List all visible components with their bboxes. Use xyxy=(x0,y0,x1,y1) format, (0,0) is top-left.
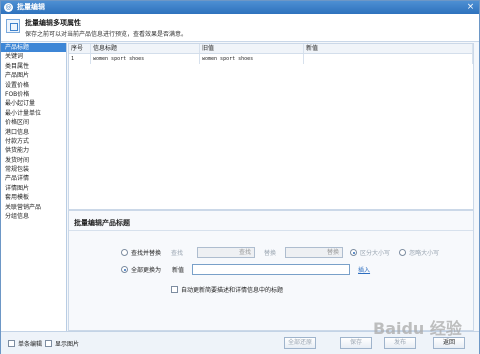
row-index: 1 xyxy=(69,54,91,64)
back-button[interactable]: 返回 xyxy=(433,337,465,349)
sidebar-item[interactable]: 最小起订量 xyxy=(1,99,66,108)
new-value-label: 新值 xyxy=(172,267,185,274)
row-new-value xyxy=(304,54,473,64)
title-bar: ◎ 批量编辑 × xyxy=(1,1,479,14)
replace-all-row: 全部更换为 新值 插入 xyxy=(121,264,370,275)
replace-all-label: 全部更换为 xyxy=(131,267,162,274)
table-header: 序号 信息标题 旧值 新值 xyxy=(69,44,473,54)
find-label: 查找 xyxy=(171,250,184,257)
batch-edit-window: ◎ 批量编辑 × 批量编辑多项属性 保存之前可以对当前产品信息进行预览，查看效果… xyxy=(0,0,480,354)
ignore-case-radio[interactable] xyxy=(399,249,407,256)
sidebar-item[interactable]: 套用模板 xyxy=(1,193,66,202)
replace-input[interactable]: 替换 xyxy=(285,247,344,258)
edit-table: 序号 信息标题 旧值 新值 1 women sport shoes women … xyxy=(68,43,474,210)
column-header-old-value: 旧值 xyxy=(200,44,304,53)
panel-divider xyxy=(69,230,473,231)
ignore-case-label: 忽略大小写 xyxy=(409,250,440,257)
app-icon: ◎ xyxy=(4,3,13,12)
sidebar-item[interactable]: 设置价格 xyxy=(1,81,66,90)
row-old-value: women sport shoes xyxy=(200,54,304,64)
show-images-option[interactable]: 显示图片 xyxy=(45,339,79,348)
sidebar-item[interactable]: 类目属性 xyxy=(1,62,66,71)
find-replace-row: 查找并替换 查找 查找 替换 替换 区分大小写 忽略大小写 xyxy=(121,247,439,258)
insert-link[interactable]: 插入 xyxy=(358,265,370,274)
sidebar-item[interactable]: 价格区间 xyxy=(1,118,66,127)
sidebar-item[interactable]: 产品标题 xyxy=(1,43,66,53)
bottom-bar: 单条编辑 显示图片 全部还原 保存 发布 返回 xyxy=(1,331,479,354)
sidebar-item[interactable]: FOB价格 xyxy=(1,90,66,99)
sidebar-item[interactable]: 供货能力 xyxy=(1,146,66,155)
sidebar-item[interactable]: 产品详情 xyxy=(1,174,66,183)
find-replace-label: 查找并替换 xyxy=(131,250,162,257)
sidebar-item[interactable]: 关键词 xyxy=(1,52,66,61)
find-replace-radio[interactable] xyxy=(121,249,128,256)
header: 批量编辑多项属性 保存之前可以对当前产品信息进行预览，查看效果是否满意。 xyxy=(1,14,479,42)
single-edit-option[interactable]: 单条编辑 xyxy=(8,339,42,348)
sidebar-item[interactable]: 分组信息 xyxy=(1,212,66,221)
case-sensitive-radio[interactable] xyxy=(350,249,358,256)
save-button[interactable]: 保存 xyxy=(340,337,372,349)
row-title: women sport shoes xyxy=(91,54,200,64)
close-icon[interactable]: × xyxy=(466,3,475,12)
case-sensitive-label: 区分大小写 xyxy=(360,250,391,257)
auto-update-label: 自动更新简要描述和详情信息中的标题 xyxy=(181,287,284,294)
edit-panel: 批量编辑产品标题 查找并替换 查找 查找 替换 替换 区分大小写 忽略大小写 全… xyxy=(68,210,474,331)
column-header-new-value: 新值 xyxy=(304,44,473,53)
replace-label: 替换 xyxy=(264,250,277,257)
column-header-index: 序号 xyxy=(69,44,91,53)
sidebar-item[interactable]: 最小计量单位 xyxy=(1,109,66,118)
show-images-label: 显示图片 xyxy=(55,341,80,348)
auto-update-checkbox[interactable] xyxy=(171,286,178,293)
auto-update-row: 自动更新简要描述和详情信息中的标题 xyxy=(171,285,283,294)
show-images-checkbox[interactable] xyxy=(45,340,52,347)
header-description: 保存之前可以对当前产品信息进行预览，查看效果是否满意。 xyxy=(25,31,188,38)
table-row[interactable]: 1 women sport shoes women sport shoes xyxy=(69,54,473,64)
restore-all-button[interactable]: 全部还原 xyxy=(284,337,316,349)
panel-title: 批量编辑产品标题 xyxy=(74,219,130,227)
sidebar-item[interactable]: 产品图片 xyxy=(1,71,66,80)
new-value-input[interactable] xyxy=(192,264,351,275)
publish-button[interactable]: 发布 xyxy=(384,337,416,349)
edit-properties-icon xyxy=(6,19,20,33)
find-input[interactable]: 查找 xyxy=(197,247,256,258)
sidebar-item[interactable]: 关联营销产品 xyxy=(1,203,66,212)
sidebar-item[interactable]: 详情图片 xyxy=(1,184,66,193)
sidebar-item[interactable]: 发货时间 xyxy=(1,156,66,165)
header-title: 批量编辑多项属性 xyxy=(25,19,81,27)
single-edit-checkbox[interactable] xyxy=(8,340,15,347)
sidebar-item[interactable]: 港口信息 xyxy=(1,128,66,137)
single-edit-label: 单条编辑 xyxy=(18,341,43,348)
sidebar-item[interactable]: 付款方式 xyxy=(1,137,66,146)
sidebar-item[interactable]: 常规包装 xyxy=(1,165,66,174)
column-header-title: 信息标题 xyxy=(91,44,200,53)
sidebar: 产品标题 关键词 类目属性 产品图片 设置价格 FOB价格 最小起订量 最小计量单位 价格区间港… xyxy=(1,43,67,331)
window-title: 批量编辑 xyxy=(17,3,45,11)
replace-all-radio[interactable] xyxy=(121,266,128,273)
